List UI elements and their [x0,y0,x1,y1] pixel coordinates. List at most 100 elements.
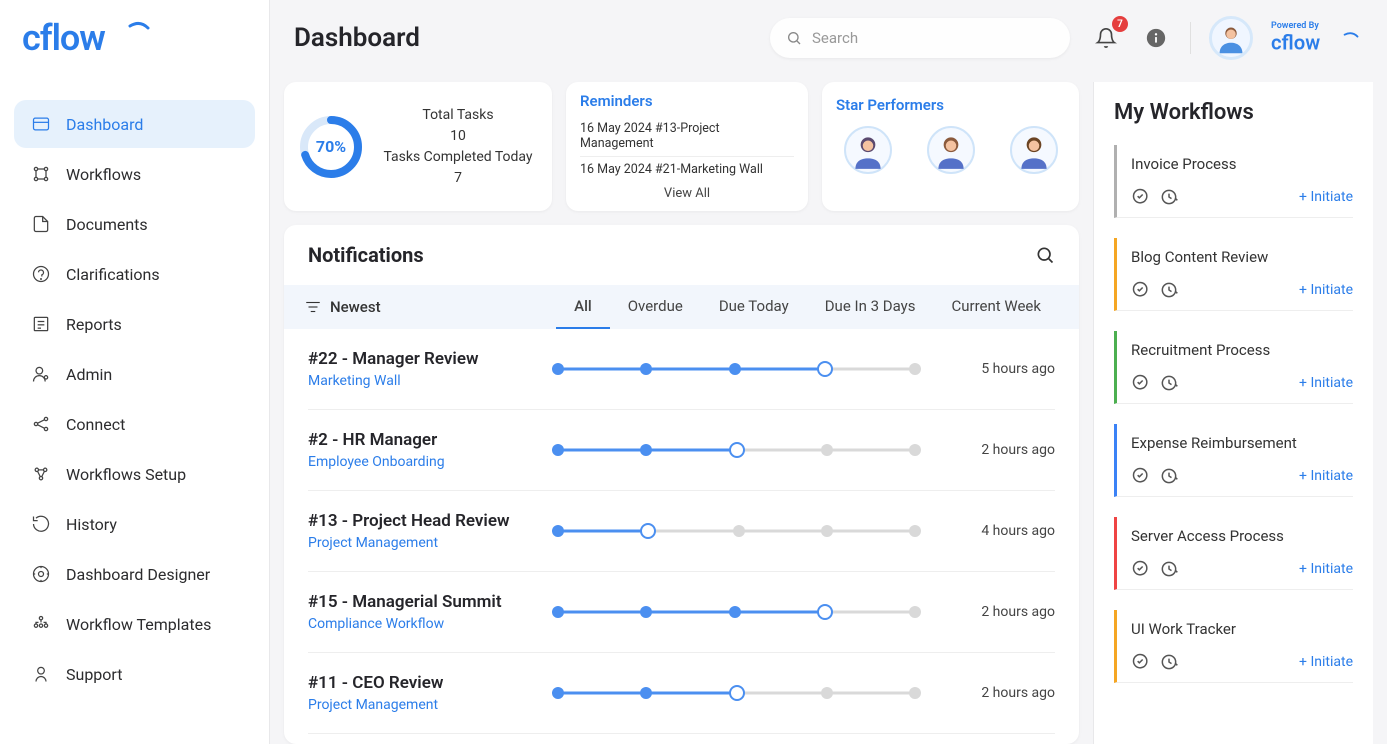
nav-item-history[interactable]: History [14,500,255,548]
workflow-actions: + Initiate [1131,280,1353,300]
notification-workflow-link[interactable]: Project Management [308,697,528,713]
notifications-title: Notifications [308,243,424,267]
initiate-button[interactable]: + Initiate [1299,468,1353,484]
workflow-actions: + Initiate [1131,559,1353,579]
progress-bar [552,443,921,457]
progress-step [552,525,564,537]
workflow-check-icon[interactable] [1131,280,1151,300]
total-tasks-value: 10 [378,126,538,147]
tab-due-today[interactable]: Due Today [701,285,807,329]
star-performer-avatar[interactable] [844,126,892,174]
reminders-card: Reminders 16 May 2024 #13-Project Manage… [566,82,808,211]
nav-item-dashboard-designer[interactable]: Dashboard Designer [14,550,255,598]
notification-info: #13 - Project Head Review Project Manage… [308,511,528,551]
notification-row[interactable]: #11 - CEO Review Project Management 2 ho… [308,653,1055,734]
tab-current-week[interactable]: Current Week [933,285,1059,329]
initiate-button[interactable]: + Initiate [1299,375,1353,391]
workflow-check-icon[interactable] [1131,373,1151,393]
progress-bar [552,605,921,619]
reminder-item[interactable]: 16 May 2024 #13-Project Management [580,116,794,157]
notification-row[interactable]: #22 - Manager Review Marketing Wall 5 ho… [308,329,1055,410]
workflow-clock-icon[interactable] [1159,373,1179,393]
notification-time: 2 hours ago [945,442,1055,458]
nav-item-admin[interactable]: Admin [14,350,255,398]
progress-step [909,525,921,537]
svg-text:cflow: cflow [1271,31,1320,54]
nav-icon [30,413,52,435]
nav-icon [30,363,52,385]
tab-overdue[interactable]: Overdue [610,285,701,329]
progress-step [821,687,833,699]
tasks-donut-chart: 70% [298,114,364,180]
nav-item-support[interactable]: Support [14,650,255,698]
nav-item-workflows-setup[interactable]: Workflows Setup [14,450,255,498]
notification-workflow-link[interactable]: Marketing Wall [308,373,528,389]
notification-row[interactable]: #13 - Project Head Review Project Manage… [308,491,1055,572]
initiate-button[interactable]: + Initiate [1299,189,1353,205]
nav-item-dashboard[interactable]: Dashboard [14,100,255,148]
notification-workflow-link[interactable]: Employee Onboarding [308,454,528,470]
nav-item-reports[interactable]: Reports [14,300,255,348]
notification-workflow-link[interactable]: Project Management [308,535,528,551]
search-input[interactable] [770,18,1070,58]
workflow-item: Expense Reimbursement + Initiate [1114,424,1353,497]
initiate-button[interactable]: + Initiate [1299,561,1353,577]
notification-name: #22 - Manager Review [308,349,528,369]
notifications-card: Notifications Newest AllOverdueDue Today… [284,225,1079,744]
workflow-clock-icon[interactable] [1159,280,1179,300]
nav-label: Workflow Templates [66,615,211,634]
nav-icon [30,213,52,235]
star-performer-avatar[interactable] [927,126,975,174]
notifications-bell-button[interactable]: 7 [1090,22,1122,54]
powered-logo: cflow [1271,31,1363,55]
divider [1190,22,1191,54]
star-performer-avatar[interactable] [1010,126,1058,174]
progress-step [817,361,833,377]
tab-all[interactable]: All [556,285,610,329]
nav-item-workflows[interactable]: Workflows [14,150,255,198]
stars-row [836,126,1065,174]
workflow-item: Invoice Process + Initiate [1114,145,1353,218]
total-tasks-label: Total Tasks [378,105,538,126]
svg-text:cflow: cflow [22,18,105,59]
search-icon [786,30,802,46]
nav-item-documents[interactable]: Documents [14,200,255,248]
view-all-reminders-link[interactable]: View All [580,182,794,201]
completed-today-label: Tasks Completed Today [378,147,538,168]
workflow-check-icon[interactable] [1131,652,1151,672]
user-avatar[interactable] [1209,16,1253,60]
content-row: 70% Total Tasks 10 Tasks Completed Today… [270,82,1387,744]
reminder-item[interactable]: 16 May 2024 #21-Marketing Wall [580,157,794,182]
progress-step [552,606,564,618]
notification-row[interactable]: #15 - Managerial Summit Compliance Workf… [308,572,1055,653]
workflow-clock-icon[interactable] [1159,466,1179,486]
notification-workflow-link[interactable]: Compliance Workflow [308,616,528,632]
progress-step [821,444,833,456]
nav-item-connect[interactable]: Connect [14,400,255,448]
workflow-clock-icon[interactable] [1159,559,1179,579]
progress-step [552,363,564,375]
nav-icon [30,313,52,335]
workflow-item: Recruitment Process + Initiate [1114,331,1353,404]
workflow-clock-icon[interactable] [1159,652,1179,672]
info-button[interactable] [1140,22,1172,54]
initiate-button[interactable]: + Initiate [1299,654,1353,670]
progress-step [729,606,741,618]
workflow-check-icon[interactable] [1131,559,1151,579]
workflow-check-icon[interactable] [1131,187,1151,207]
tab-due-in-3-days[interactable]: Due In 3 Days [807,285,934,329]
search-box [770,18,1070,58]
stars-title: Star Performers [836,96,1065,114]
notification-row[interactable]: #18 - Finance Manager Capex Approval Pro… [308,734,1055,744]
workflow-check-icon[interactable] [1131,466,1151,486]
nav-item-workflow-templates[interactable]: Workflow Templates [14,600,255,648]
workflow-clock-icon[interactable] [1159,187,1179,207]
notification-time: 2 hours ago [945,685,1055,701]
sort-dropdown[interactable]: Newest [304,298,381,316]
notifications-search-button[interactable] [1035,245,1055,265]
tabs-container: AllOverdueDue TodayDue In 3 DaysCurrent … [556,285,1059,329]
notification-row[interactable]: #2 - HR Manager Employee Onboarding 2 ho… [308,410,1055,491]
initiate-button[interactable]: + Initiate [1299,282,1353,298]
nav-item-clarifications[interactable]: Clarifications [14,250,255,298]
star-performers-card: Star Performers [822,82,1079,211]
